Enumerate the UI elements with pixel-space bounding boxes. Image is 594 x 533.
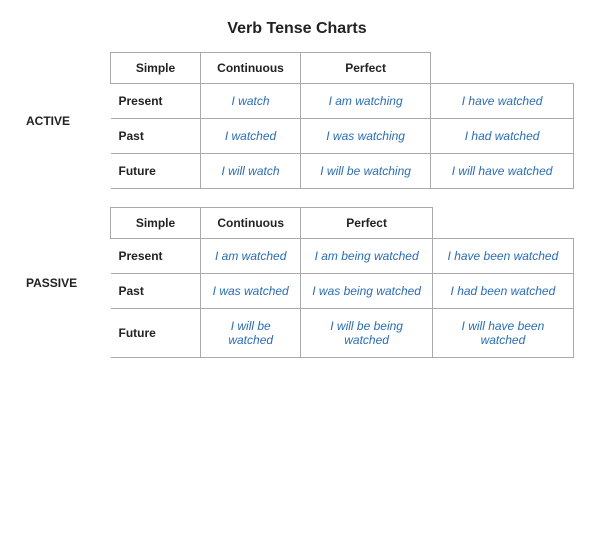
passive-cell-2-1: I will be being watched <box>301 309 432 358</box>
passive-row-future: FutureI will be watchedI will be being w… <box>111 309 574 358</box>
active-cell-1-2: I had watched <box>431 119 574 154</box>
active-cell-1-1: I was watching <box>301 119 431 154</box>
active-label: ACTIVE <box>20 52 110 189</box>
active-header-perfect: Perfect <box>301 53 431 84</box>
passive-row-past: PastI was watchedI was being watchedI ha… <box>111 274 574 309</box>
active-table: Simple Continuous Perfect PresentI watch… <box>110 52 574 189</box>
active-row-past: PastI watchedI was watchingI had watched <box>111 119 574 154</box>
passive-label: PASSIVE <box>20 207 110 358</box>
passive-section: PASSIVE Simple Continuous Perfect Presen… <box>20 207 574 358</box>
passive-row-label-0: Present <box>111 239 201 274</box>
passive-cell-0-1: I am being watched <box>301 239 432 274</box>
passive-cell-0-2: I have been watched <box>432 239 573 274</box>
active-header-continuous: Continuous <box>201 53 301 84</box>
active-cell-2-0: I will watch <box>201 154 301 189</box>
passive-header-perfect: Perfect <box>301 208 432 239</box>
active-row-label-2: Future <box>111 154 201 189</box>
active-header-simple: Simple <box>111 53 201 84</box>
page-title: Verb Tense Charts <box>20 20 574 38</box>
active-row-future: FutureI will watchI will be watchingI wi… <box>111 154 574 189</box>
active-row-label-0: Present <box>111 84 201 119</box>
passive-table: Simple Continuous Perfect PresentI am wa… <box>110 207 574 358</box>
active-row-present: PresentI watchI am watchingI have watche… <box>111 84 574 119</box>
passive-row-label-2: Future <box>111 309 201 358</box>
passive-header-simple: Simple <box>111 208 201 239</box>
active-section: ACTIVE Simple Continuous Perfect Present… <box>20 52 574 189</box>
passive-cell-0-0: I am watched <box>201 239 301 274</box>
active-cell-0-0: I watch <box>201 84 301 119</box>
active-cell-2-2: I will have watched <box>431 154 574 189</box>
passive-cell-1-0: I was watched <box>201 274 301 309</box>
active-cell-0-1: I am watching <box>301 84 431 119</box>
passive-row-label-1: Past <box>111 274 201 309</box>
passive-cell-1-2: I had been watched <box>432 274 573 309</box>
passive-cell-2-0: I will be watched <box>201 309 301 358</box>
active-cell-1-0: I watched <box>201 119 301 154</box>
active-cell-2-1: I will be watching <box>301 154 431 189</box>
passive-cell-1-1: I was being watched <box>301 274 432 309</box>
passive-header-continuous: Continuous <box>201 208 301 239</box>
passive-row-present: PresentI am watchedI am being watchedI h… <box>111 239 574 274</box>
passive-cell-2-2: I will have been watched <box>432 309 573 358</box>
active-row-label-1: Past <box>111 119 201 154</box>
active-cell-0-2: I have watched <box>431 84 574 119</box>
